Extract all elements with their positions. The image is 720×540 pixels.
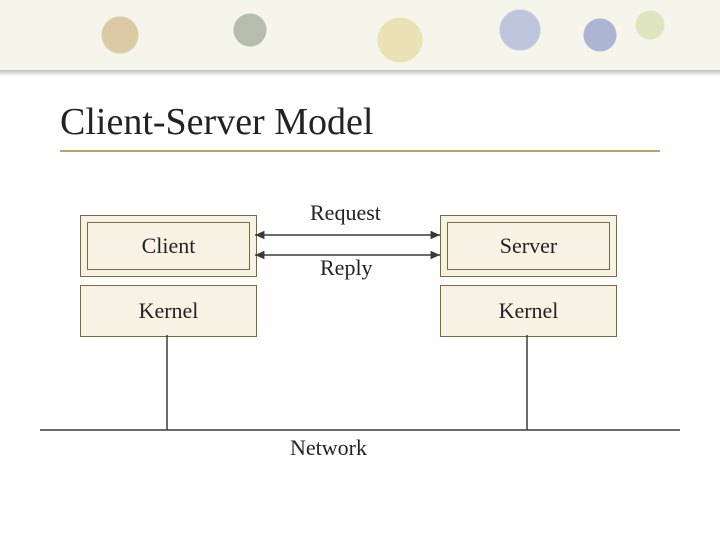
header-shadow xyxy=(0,70,720,76)
reply-label: Reply xyxy=(320,255,373,281)
page-title: Client-Server Model xyxy=(60,100,373,144)
left-kernel-label: Kernel xyxy=(139,298,199,324)
server-box: Server xyxy=(440,215,617,277)
request-label: Request xyxy=(310,200,381,226)
network-label: Network xyxy=(290,435,367,461)
server-label: Server xyxy=(500,233,557,259)
right-kernel-box: Kernel xyxy=(440,285,617,337)
left-kernel-box: Kernel xyxy=(80,285,257,337)
client-label: Client xyxy=(142,233,196,259)
client-box: Client xyxy=(80,215,257,277)
decorative-header xyxy=(0,0,720,70)
title-underline xyxy=(60,150,660,152)
right-kernel-label: Kernel xyxy=(499,298,559,324)
